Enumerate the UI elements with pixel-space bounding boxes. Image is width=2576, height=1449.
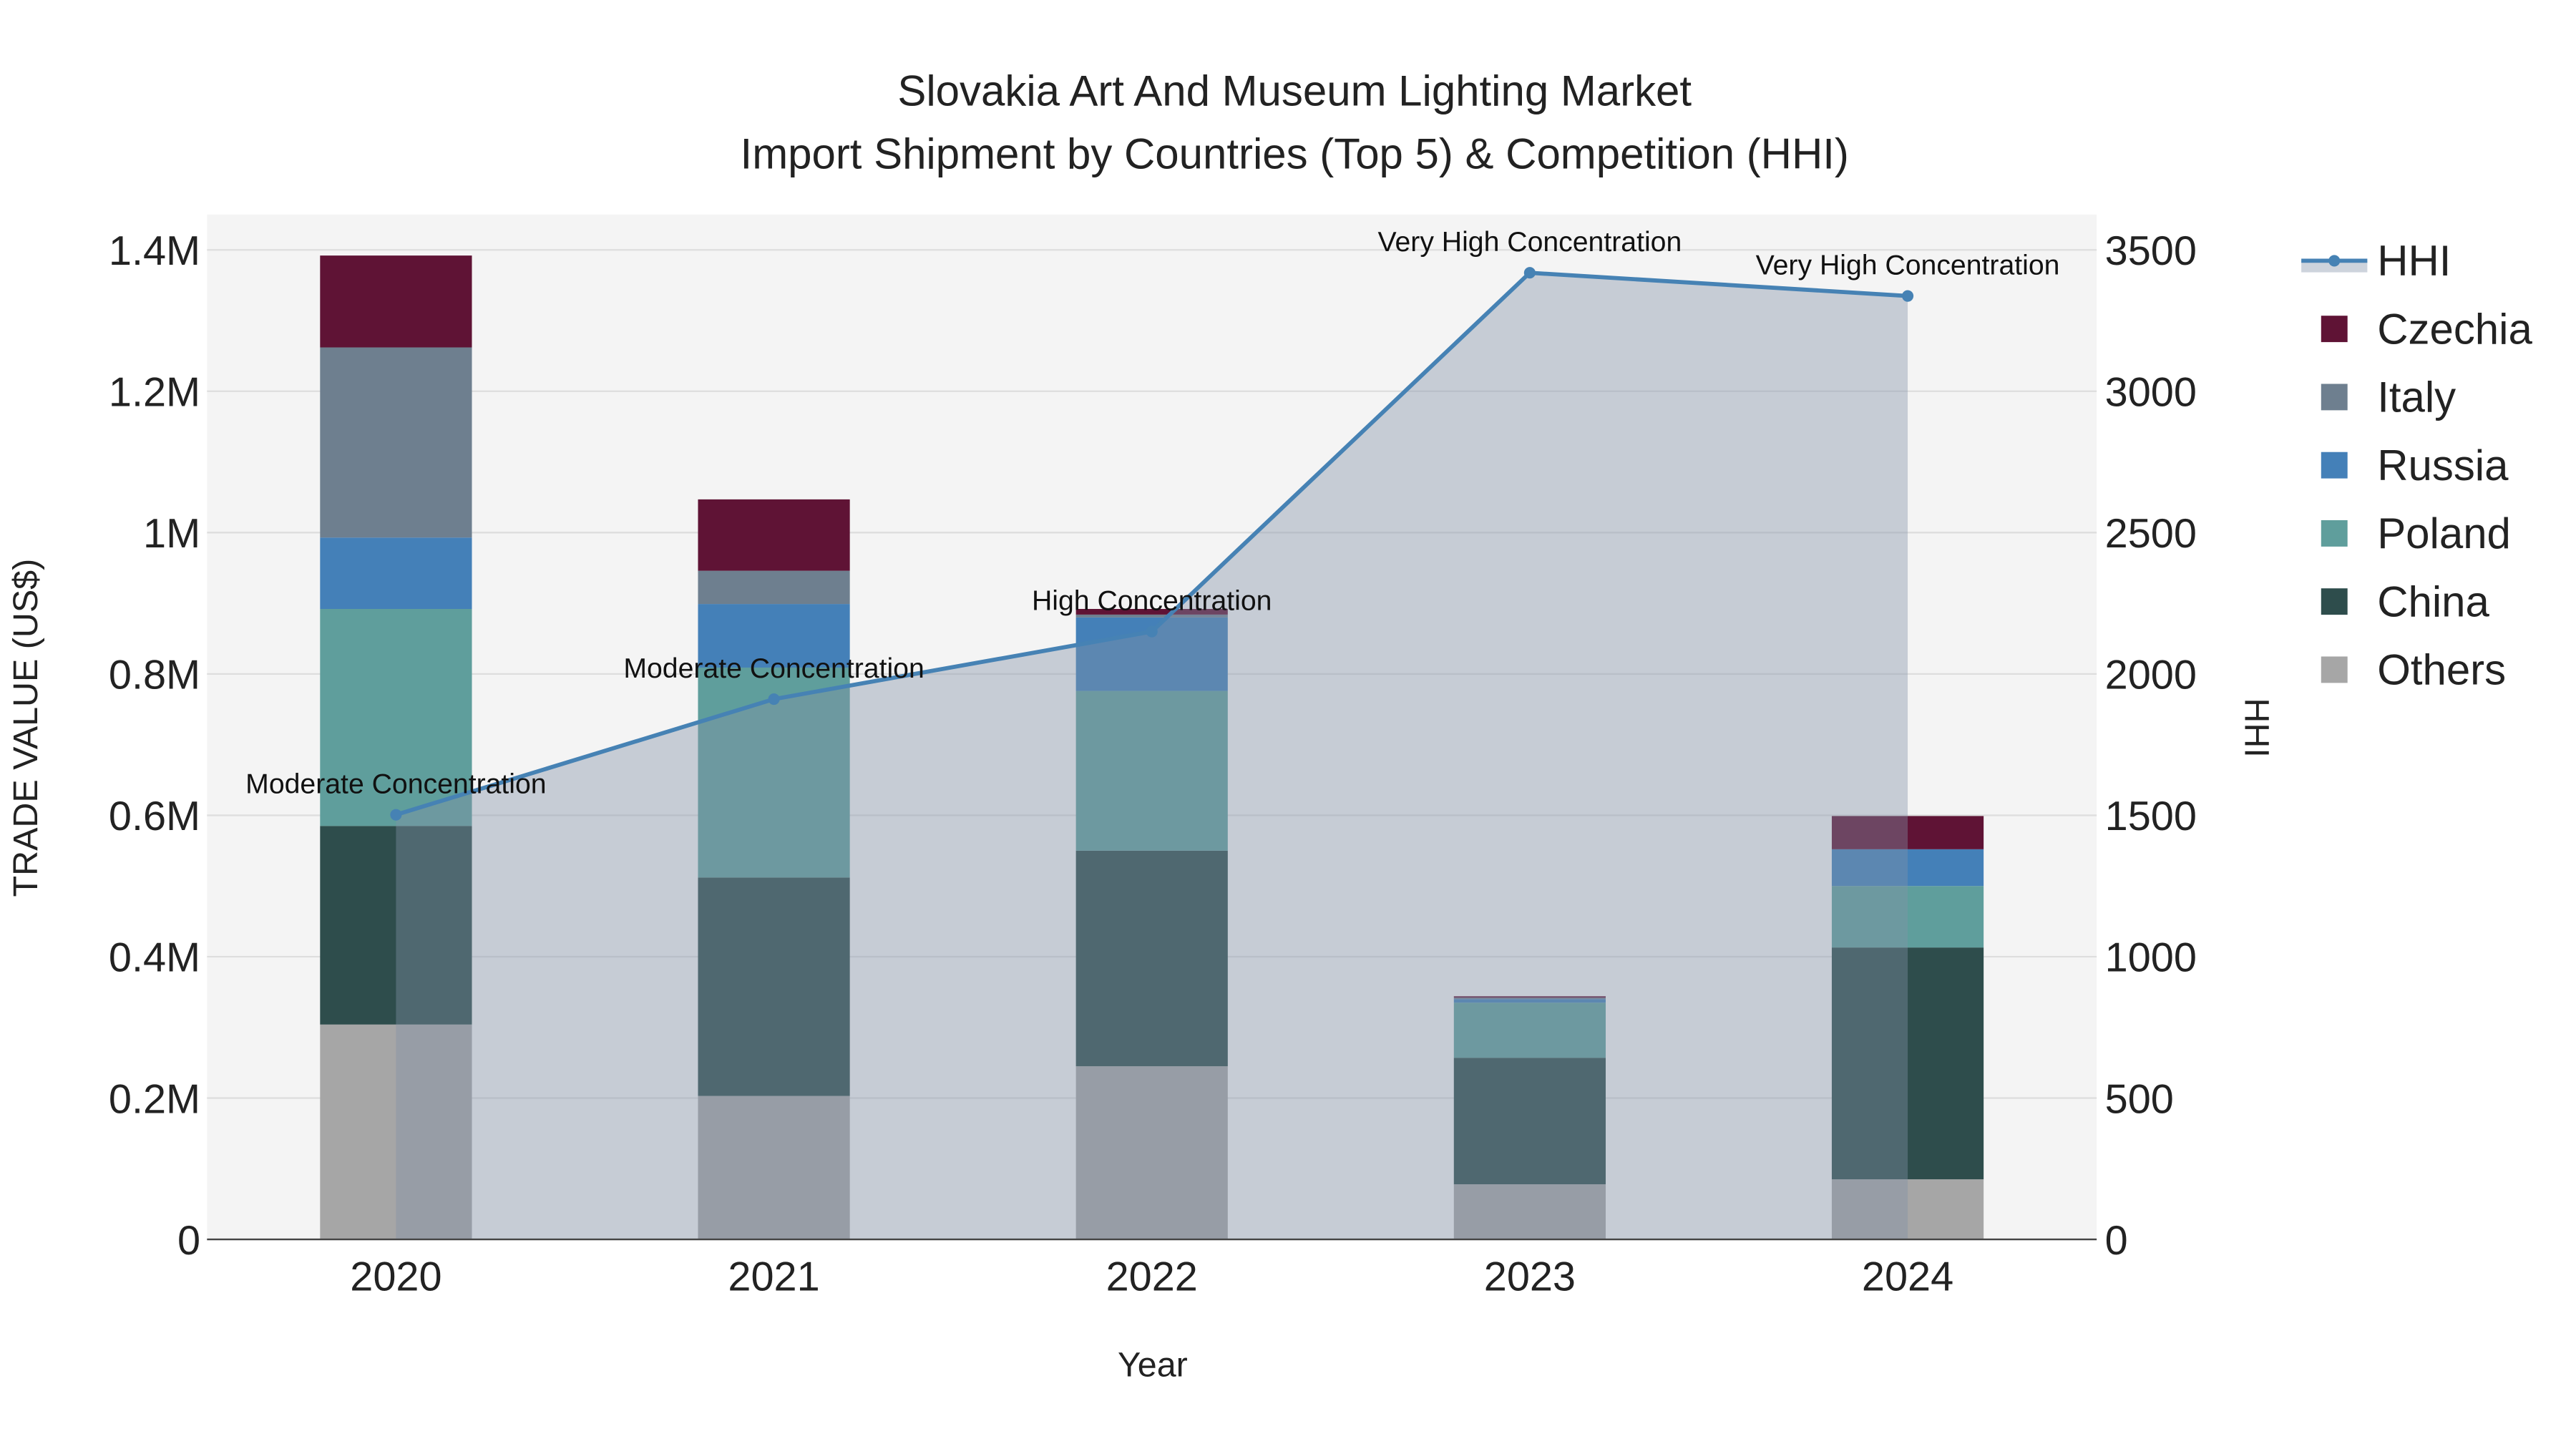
bar-italy-2020: [320, 347, 472, 538]
y-tick-label: 1.2M: [109, 370, 200, 416]
hhi-annotation: High Concentration: [1032, 586, 1272, 617]
hhi-point-2020: [390, 809, 402, 821]
hhi-point-2021: [768, 693, 780, 706]
y2-axis-ticks: 0 500 1000 1500 2000 2500 3000 3500: [2105, 228, 2197, 1264]
y-tick-label: 0.6M: [109, 794, 200, 839]
legend-label-china[interactable]: China: [2377, 577, 2489, 625]
legend-label-czechia[interactable]: Czechia: [2377, 305, 2532, 353]
legend-swatch-italy: [2321, 384, 2348, 411]
x-tick-label: 2024: [1862, 1254, 1953, 1300]
chart-title: Slovakia Art And Museum Lighting Market: [897, 67, 1692, 115]
y2-tick-label: 500: [2105, 1076, 2174, 1122]
bar-czechia-2020: [320, 255, 472, 348]
legend-label-others[interactable]: Others: [2377, 646, 2506, 694]
legend-label-russia[interactable]: Russia: [2377, 441, 2509, 489]
y2-tick-label: 3000: [2105, 370, 2197, 416]
y-tick-label: 1M: [143, 511, 200, 557]
y-tick-label: 0: [177, 1218, 200, 1264]
bar-czechia-2021: [698, 499, 850, 571]
bar-italy-2021: [698, 570, 850, 605]
chart-subtitle: Import Shipment by Countries (Top 5) & C…: [741, 130, 1849, 177]
x-tick-label: 2021: [728, 1254, 819, 1300]
legend-label-italy[interactable]: Italy: [2377, 374, 2456, 421]
y2-tick-label: 1500: [2105, 794, 2197, 839]
x-axis-ticks: 2020 2021 2022 2023 2024: [350, 1254, 1953, 1300]
x-tick-label: 2022: [1106, 1254, 1198, 1300]
y2-axis-label: HHI: [2238, 698, 2276, 757]
legend-label-hhi[interactable]: HHI: [2377, 237, 2451, 285]
hhi-point-2023: [1523, 267, 1536, 279]
y-tick-label: 1.4M: [109, 228, 200, 274]
legend-label-poland[interactable]: Poland: [2377, 509, 2511, 557]
y2-tick-label: 1000: [2105, 935, 2197, 981]
y2-tick-label: 0: [2105, 1218, 2128, 1264]
legend-swatch-poland: [2321, 519, 2348, 547]
y-axis-ticks: 0 0.2M 0.4M 0.6M 0.8M 1M 1.2M 1.4M: [109, 228, 200, 1264]
legend-swatch-china: [2321, 588, 2348, 615]
hhi-annotation: Moderate Concentration: [623, 653, 924, 684]
y-tick-label: 0.2M: [109, 1076, 200, 1122]
legend-swatch-russia: [2321, 452, 2348, 479]
x-axis-label: Year: [1118, 1346, 1188, 1385]
y2-tick-label: 2000: [2105, 653, 2197, 698]
legend-hhi-marker: [2328, 255, 2341, 267]
x-tick-label: 2020: [350, 1254, 441, 1300]
y2-tick-label: 2500: [2105, 511, 2197, 557]
y2-tick-label: 3500: [2105, 228, 2197, 274]
hhi-point-2022: [1146, 625, 1158, 638]
hhi-point-2024: [1901, 290, 1914, 302]
legend: HHI Czechia Italy Russia Poland China Others: [2301, 237, 2532, 694]
y-tick-label: 0.4M: [109, 935, 200, 981]
hhi-annotation: Very High Concentration: [1377, 227, 1682, 258]
legend-swatch-others: [2321, 656, 2348, 683]
y-tick-label: 0.8M: [109, 653, 200, 698]
chart: Moderate Concentration Moderate Concentra…: [6, 67, 2533, 1385]
hhi-annotation: Very High Concentration: [1756, 250, 2060, 281]
bar-russia-2020: [320, 537, 472, 610]
x-tick-label: 2023: [1484, 1254, 1576, 1300]
y-axis-label: TRADE VALUE (US$): [6, 559, 45, 897]
hhi-annotation: Moderate Concentration: [245, 769, 546, 800]
legend-swatch-czechia: [2321, 316, 2348, 343]
